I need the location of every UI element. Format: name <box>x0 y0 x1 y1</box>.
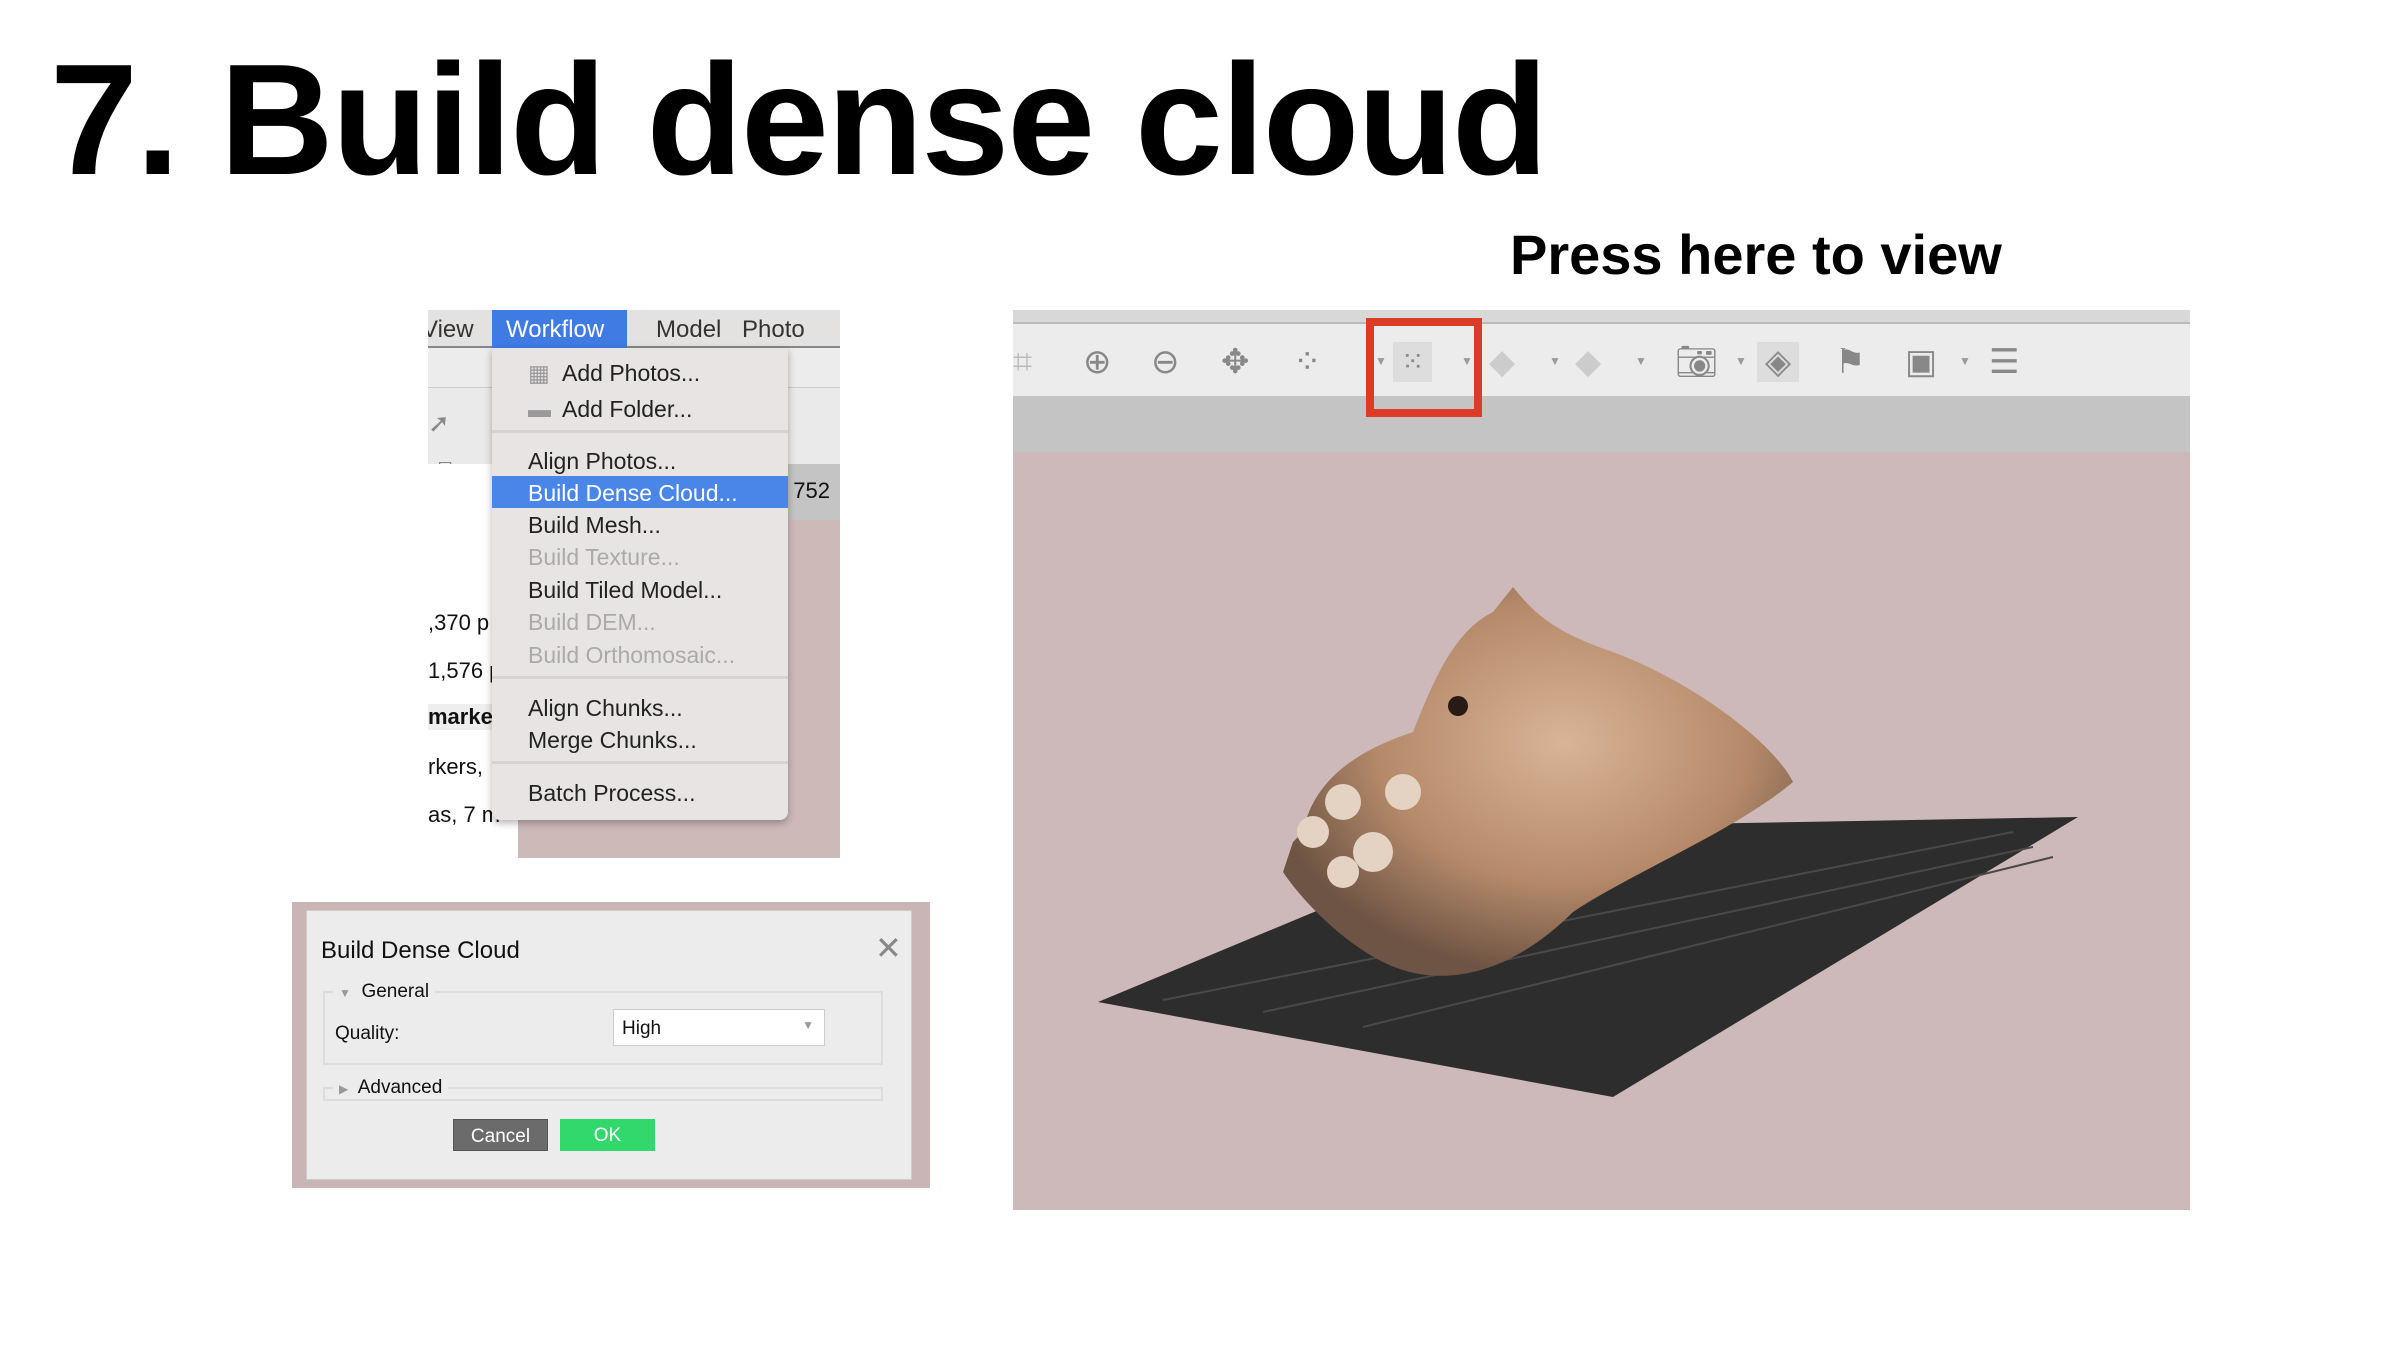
dialog-screenshot: Build Dense Cloud ✕ ▼ General Quality: H… <box>292 902 930 1188</box>
shapes-icon[interactable]: ◈ <box>1757 342 1800 382</box>
menu-item-build-dem: Build DEM... <box>528 609 656 635</box>
zoom-out-icon[interactable]: ⊖ <box>1151 342 1180 382</box>
triangle-down-icon: ▼ <box>339 986 351 1000</box>
chevron-down-icon: ▼ <box>802 1018 814 1032</box>
menu-view[interactable]: View <box>428 316 474 344</box>
panel-text: 1,576 p <box>428 658 502 683</box>
build-dense-cloud-dialog: Build Dense Cloud ✕ ▼ General Quality: H… <box>306 910 912 1180</box>
mesh-solid-icon[interactable]: ◆ <box>1489 342 1515 382</box>
viewer-header <box>1013 396 2190 452</box>
add-photos-icon: ▦ <box>528 360 550 386</box>
crop-icon[interactable]: ⌗ <box>1013 342 1032 382</box>
menu-separator <box>492 676 788 679</box>
quality-value: High <box>622 1018 662 1039</box>
menu-item-build-mesh[interactable]: Build Mesh... <box>492 508 788 540</box>
advanced-toggle[interactable]: ▶ Advanced <box>333 1077 449 1099</box>
triangle-right-icon: ▶ <box>339 1082 349 1096</box>
dense-point-cloud-render[interactable] <box>1013 452 2190 1210</box>
menu-item-add-photos[interactable]: ▦ Add Photos... <box>492 356 788 388</box>
menu-item-batch-process[interactable]: Batch Process... <box>492 776 788 808</box>
menu-item-build-tiled-model[interactable]: Build Tiled Model... <box>492 573 788 605</box>
mesh-textured-icon[interactable]: ◆ <box>1575 342 1601 382</box>
model-viewer: ⌗ ⊕ ⊖ ✥ ⁘ ▼ ⁙ ▼ ◆ ▼ ◆ ▼ 📷︎ ▼ ◈ ⚑ ▣ ▼ ☰ <box>1013 310 2190 1210</box>
menu-workflow[interactable]: Workflow <box>492 310 627 348</box>
quality-select[interactable]: High ▼ <box>613 1009 825 1046</box>
advanced-label: Advanced <box>357 1077 443 1098</box>
image-icon[interactable]: ▣ <box>1905 342 1937 382</box>
menubar: View Model Photo <box>428 310 840 348</box>
shell-hole <box>1448 696 1468 716</box>
menu-item-merge-chunks[interactable]: Merge Chunks... <box>492 723 788 755</box>
menu-item-build-orthomosaic: Build Orthomosaic... <box>528 642 736 668</box>
menu-item-build-dense-cloud[interactable]: Build Dense Cloud... <box>492 476 788 508</box>
panel-text: ,370 p <box>428 610 490 635</box>
chevron-down-icon[interactable]: ▼ <box>1549 354 1561 368</box>
pointer-icon[interactable]: ➚ <box>428 408 450 439</box>
menu-photo[interactable]: Photo <box>742 316 805 344</box>
viewer-toolbar: ⌗ ⊕ ⊖ ✥ ⁘ ▼ ⁙ ▼ ◆ ▼ ◆ ▼ 📷︎ ▼ ◈ ⚑ ▣ ▼ ☰ <box>1013 322 2190 396</box>
menu-separator <box>492 761 788 764</box>
menu-item-align-chunks[interactable]: Align Chunks... <box>492 691 788 723</box>
chevron-down-icon[interactable]: ▼ <box>1635 354 1647 368</box>
menu-item-align-photos[interactable]: Align Photos... <box>492 444 788 476</box>
layers-icon[interactable]: ☰ <box>1989 342 2019 382</box>
chevron-down-icon[interactable]: ▼ <box>1735 354 1747 368</box>
close-icon[interactable]: ✕ <box>875 929 902 967</box>
hint-caption: Press here to view <box>1510 223 2002 286</box>
workflow-dropdown: ▦ Add Photos... ▬ Add Folder... Align Phot… <box>492 348 788 820</box>
menu-item-label: Add Folder... <box>562 396 693 422</box>
menu-separator <box>492 430 788 433</box>
marker-flag-icon[interactable]: ⚑ <box>1835 342 1865 382</box>
quality-label: Quality: <box>335 1023 400 1044</box>
dense-cloud-highlight-box <box>1366 318 1482 417</box>
general-toggle[interactable]: ▼ General <box>333 981 436 1003</box>
menu-item-label: Add Photos... <box>562 360 701 386</box>
zoom-in-icon[interactable]: ⊕ <box>1083 342 1112 382</box>
id-value: 752 <box>793 478 830 503</box>
menu-model[interactable]: Model <box>656 316 721 344</box>
panel-text: rkers, <box>428 754 483 779</box>
general-label: General <box>361 981 430 1002</box>
ok-button[interactable]: OK <box>560 1119 655 1151</box>
menu-item-build-texture: Build Texture... <box>528 544 680 570</box>
add-folder-icon: ▬ <box>528 396 551 422</box>
fit-view-icon[interactable]: ✥ <box>1221 342 1250 382</box>
cancel-button[interactable]: Cancel <box>453 1119 548 1151</box>
slide-title: 7. Build dense cloud <box>50 32 1548 208</box>
tie-points-icon[interactable]: ⁘ <box>1293 342 1322 382</box>
dialog-title: Build Dense Cloud <box>321 937 520 964</box>
menu-item-add-folder[interactable]: ▬ Add Folder... <box>492 392 788 424</box>
panel-text: as, 7 m <box>428 802 501 827</box>
camera-icon[interactable]: 📷︎ <box>1675 342 1718 382</box>
title-strip <box>1013 310 2190 322</box>
chevron-down-icon[interactable]: ▼ <box>1959 354 1971 368</box>
workflow-menu-screenshot: View Model Photo Workflow ➚ ▼ ⧉ 752 ,370… <box>428 310 840 858</box>
